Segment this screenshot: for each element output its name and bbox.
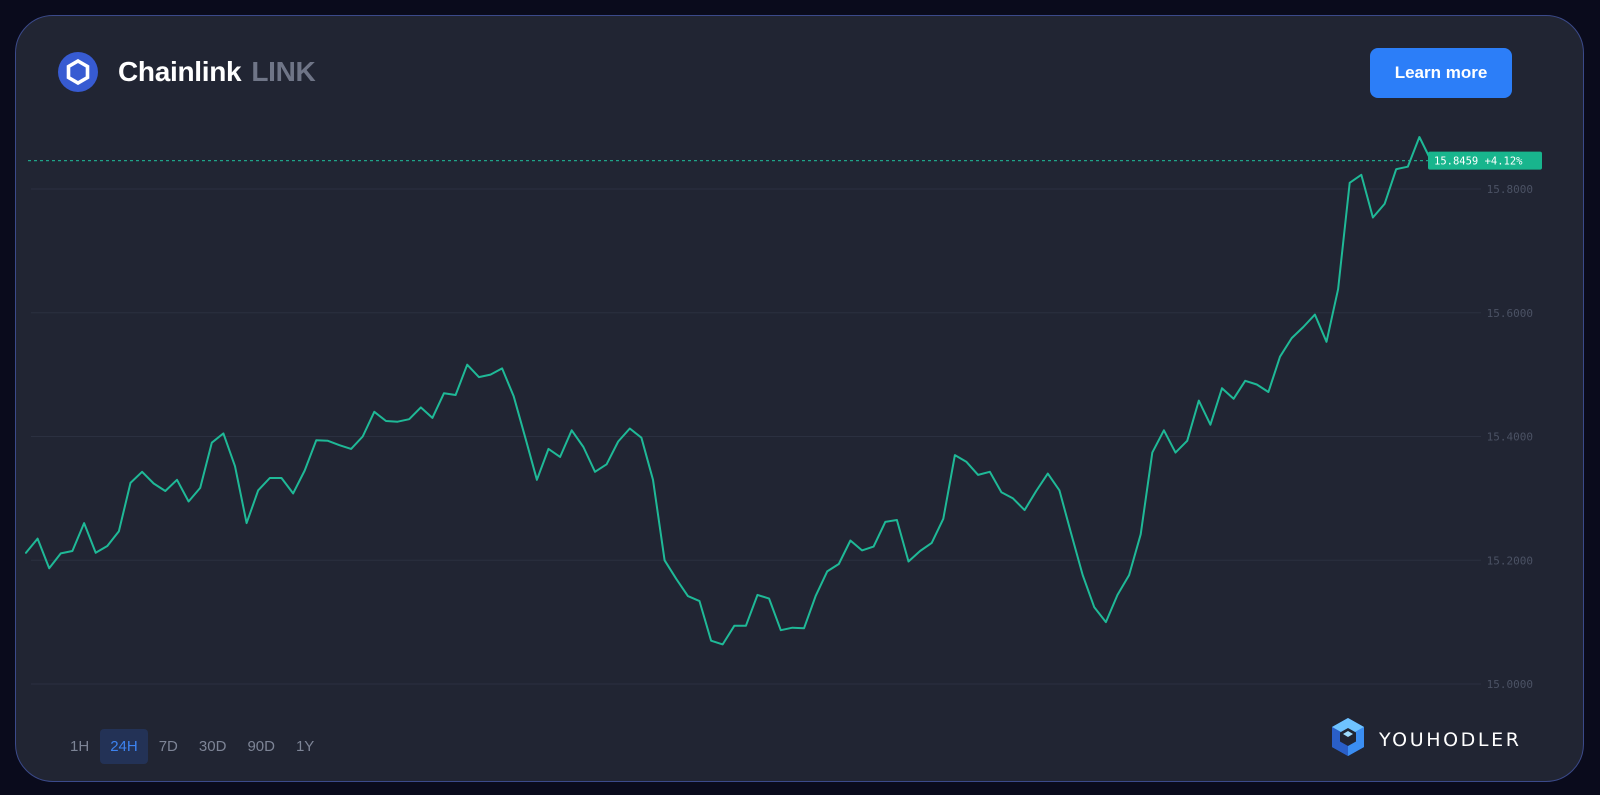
y-tick-label: 15.0000 <box>1487 678 1533 691</box>
range-button-30d[interactable]: 30D <box>189 729 237 764</box>
price-card: Chainlink LINK Learn more 15.0000 15.2000… <box>15 15 1584 782</box>
brand-name: YOUHODLER <box>1379 728 1522 751</box>
range-button-1y[interactable]: 1Y <box>286 729 324 764</box>
youhodler-brand: YOUHODLER <box>1329 716 1522 763</box>
range-button-7d[interactable]: 7D <box>149 729 188 764</box>
price-chart: 15.0000 15.2000 15.4000 15.6000 15.8000 15.8… <box>25 136 1542 691</box>
price-badge: 15.8459 +4.12% <box>1428 151 1542 170</box>
y-tick-label: 15.8000 <box>1487 183 1533 196</box>
time-range-selector: 1H 24H 7D 30D 90D 1Y <box>60 729 325 764</box>
price-badge-label: 15.8459 +4.12% <box>1434 156 1523 168</box>
range-button-90d[interactable]: 90D <box>237 729 285 764</box>
chart-grid <box>31 188 1481 685</box>
y-axis-ticks: 15.0000 15.2000 15.4000 15.6000 15.8000 <box>1487 183 1533 691</box>
y-tick-label: 15.6000 <box>1487 307 1533 320</box>
range-button-24h[interactable]: 24H <box>100 729 148 764</box>
range-button-1h[interactable]: 1H <box>60 729 99 764</box>
youhodler-cube-icon <box>1329 716 1367 763</box>
price-series-line <box>25 136 1432 646</box>
y-tick-label: 15.4000 <box>1487 431 1533 444</box>
y-tick-label: 15.2000 <box>1487 554 1533 567</box>
